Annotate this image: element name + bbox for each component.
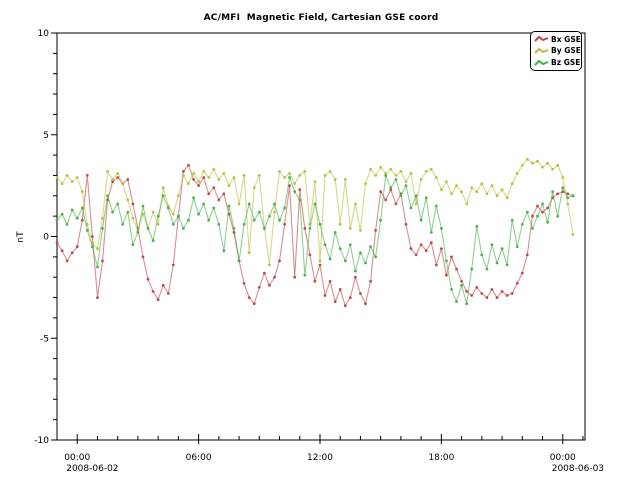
svg-text:18:00: 18:00 <box>428 453 454 463</box>
legend-row-bx: Bx GSE <box>534 34 580 45</box>
legend-label-bz: Bz GSE <box>551 59 580 67</box>
plot-area: 00:002008-06-0206:0012:0018:0000:002008-… <box>0 0 640 480</box>
x-axis-ticks <box>57 434 583 444</box>
bz-line-swatch-icon <box>534 59 549 67</box>
series-by-gse <box>56 158 575 267</box>
legend-label-by: By GSE <box>551 47 581 55</box>
by-line-swatch-icon <box>534 47 549 55</box>
legend-label-bx: Bx GSE <box>551 36 581 44</box>
svg-text:12:00: 12:00 <box>307 453 333 463</box>
svg-text:00:00: 00:00 <box>550 453 576 463</box>
svg-text:-10: -10 <box>34 436 49 446</box>
svg-text:5: 5 <box>43 131 49 141</box>
svg-text:2008-06-02: 2008-06-02 <box>66 464 118 474</box>
legend-row-by: By GSE <box>534 46 580 57</box>
svg-text:-5: -5 <box>40 334 49 344</box>
legend: Bx GSE By GSE Bz GSE <box>530 31 582 71</box>
y-axis-tick-labels: -10 -5 0 5 10 <box>34 29 49 446</box>
bx-line-swatch-icon <box>534 35 549 43</box>
svg-text:2008-06-03: 2008-06-03 <box>552 464 604 474</box>
svg-text:00:00: 00:00 <box>64 453 90 463</box>
y-axis-ticks <box>51 33 57 440</box>
svg-text:10: 10 <box>38 29 50 39</box>
legend-row-bz: Bz GSE <box>534 57 580 68</box>
svg-text:0: 0 <box>43 233 49 243</box>
svg-text:06:00: 06:00 <box>186 453 212 463</box>
x-axis-tick-labels: 00:002008-06-0206:0012:0018:0000:002008-… <box>64 453 604 474</box>
plot-window: AC/MFI Magnetic Field, Cartesian GSE coo… <box>0 0 640 480</box>
